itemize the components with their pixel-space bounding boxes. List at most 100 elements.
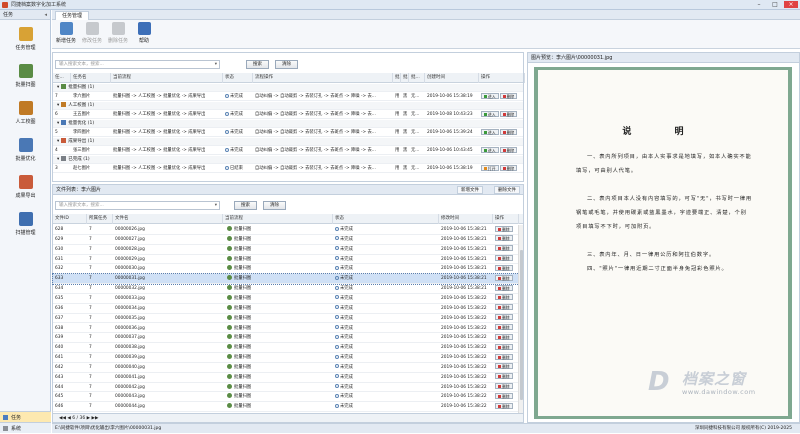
file-row[interactable]: 631 7 00000029.jpg 批量扫图 未完成 2019-10-06 15:38:… <box>53 255 519 265</box>
edit-task-button[interactable]: 修改任务 <box>80 22 104 48</box>
task-column-header[interactable]: 操作 <box>479 73 525 83</box>
file-column-header[interactable]: 当前流程 <box>223 214 333 224</box>
file-search-button[interactable]: 搜索 <box>234 200 257 210</box>
nav-item-2[interactable]: 人工校图 <box>0 94 51 131</box>
delete-file-row-button[interactable]: 删除 <box>495 324 513 330</box>
task-column-header[interactable]: 批... <box>409 73 425 83</box>
delete-file-row-button[interactable]: 删除 <box>495 363 513 370</box>
nav-item-4[interactable]: 成果导出 <box>0 168 51 205</box>
task-clear-button[interactable]: 清除 <box>275 59 298 69</box>
file-row[interactable]: 630 7 00000028.jpg 批量扫图 未完成 2019-10-06 15:38:… <box>53 245 519 255</box>
delete-file-row-button[interactable]: 删除 <box>495 274 513 281</box>
delete-task-row-button[interactable]: 删除 <box>499 111 518 117</box>
task-group-row[interactable]: ▾ 人工校图 (1) <box>53 102 523 110</box>
enter-task-button[interactable]: 进入 <box>481 93 499 99</box>
file-row[interactable]: 642 7 00000040.jpg 批量扫图 未完成 2019-10-06 15:38:… <box>53 363 519 373</box>
file-row[interactable]: 643 7 00000041.jpg 批量扫图 未完成 2019-10-06 15:38:… <box>53 373 519 383</box>
file-clear-button[interactable]: 清除 <box>263 200 286 210</box>
file-scrollbar[interactable] <box>518 225 523 414</box>
delete-file-row-button[interactable]: 删除 <box>495 255 513 262</box>
enter-task-button[interactable]: 进入 <box>481 111 499 117</box>
nav-group-system[interactable]: 系统 <box>0 422 51 433</box>
file-row[interactable]: 636 7 00000034.jpg 批量扫图 未完成 2019-10-06 15:38:… <box>53 304 519 314</box>
task-group-row[interactable]: ▾ 批量优化 (1) <box>53 120 523 128</box>
nav-item-0[interactable]: 任务管理 <box>0 20 51 57</box>
task-search-input[interactable]: 输入搜索文本，搜索... ▾ <box>55 59 220 69</box>
file-row[interactable]: 640 7 00000038.jpg 批量扫图 未完成 2019-10-06 15:38:… <box>53 343 519 354</box>
task-row[interactable]: 5 李四图片 批量扫图 -> 人工校图 -> 批量优化 -> 成果导出 未完成 自动纠偏… <box>53 129 523 137</box>
expand-icon[interactable]: ▾ <box>57 157 59 162</box>
task-group-row[interactable]: ▾ 批量扫图 (1) <box>53 84 523 92</box>
nav-group-task[interactable]: 任务 <box>0 411 51 422</box>
file-search-input[interactable]: 输入搜索文本，搜索... ▾ <box>55 200 220 210</box>
delete-file-button[interactable]: 删除文件 <box>494 186 520 194</box>
delete-file-row-button[interactable]: 删除 <box>495 333 513 340</box>
file-row[interactable]: 641 7 00000039.jpg 批量扫图 未完成 2019-10-06 15:38:… <box>53 353 519 363</box>
delete-task-row-button[interactable]: 删除 <box>499 93 518 99</box>
file-row[interactable]: 632 7 00000030.jpg 批量扫图 未完成 2019-10-06 15:38:… <box>53 264 519 275</box>
expand-icon[interactable]: ▾ <box>57 85 59 90</box>
nav-item-1[interactable]: 批量扫图 <box>0 57 51 94</box>
delete-task-row-button[interactable]: 删除 <box>499 165 518 171</box>
file-row[interactable]: 634 7 00000032.jpg 批量扫图 未完成 2019-10-06 15:38:… <box>53 284 519 294</box>
delete-file-row-button[interactable]: 删除 <box>495 284 513 291</box>
chevron-down-icon[interactable]: ▾ <box>215 61 217 69</box>
task-column-header[interactable]: 状态 <box>223 73 253 83</box>
file-column-header[interactable]: 文件名 <box>113 214 223 224</box>
delete-file-row-button[interactable]: 删除 <box>495 373 513 380</box>
file-row[interactable]: 646 7 00000044.jpg 批量扫图 未完成 2019-10-06 15:38:… <box>53 402 519 413</box>
pager[interactable]: ◀◀ ◀ 6 / 36 ▶ ▶▶ <box>53 413 523 422</box>
add-file-button[interactable]: 新增文件 <box>457 186 483 194</box>
delete-file-row-button[interactable]: 删除 <box>495 383 513 390</box>
file-column-header[interactable]: 状态 <box>333 214 439 224</box>
delete-task-button[interactable]: 删除任务 <box>106 22 130 48</box>
delete-file-row-button[interactable]: 删除 <box>495 304 513 311</box>
enter-task-button[interactable]: 进入 <box>481 129 499 135</box>
task-column-header[interactable]: 批 <box>393 73 401 83</box>
maximize-icon[interactable]: □ <box>768 1 782 8</box>
file-row[interactable]: 635 7 00000033.jpg 批量扫图 未完成 2019-10-06 15:38:… <box>53 294 519 304</box>
enter-task-button[interactable]: 进入 <box>481 147 499 153</box>
file-row[interactable]: 628 7 00000026.jpg 批量扫图 未完成 2019-10-06 15:38:… <box>53 225 519 235</box>
task-group-row[interactable]: ▾ 成果导出 (1) <box>53 138 523 146</box>
file-row[interactable]: 633 7 00000031.jpg 批量扫图 未完成 2019-10-06 15:38:… <box>52 273 520 286</box>
expand-icon[interactable]: ▾ <box>57 121 59 126</box>
file-row[interactable]: 629 7 00000027.jpg 批量扫图 未完成 2019-10-06 15:38:… <box>53 235 519 245</box>
task-row[interactable]: 6 王五图片 批量扫图 -> 人工校图 -> 批量优化 -> 成果导出 未完成 自动纠偏… <box>53 111 523 119</box>
nav-item-3[interactable]: 批量优化 <box>0 131 51 168</box>
add-task-button[interactable]: 新增任务 <box>54 22 78 48</box>
delete-file-row-button[interactable]: 删除 <box>495 402 513 409</box>
file-column-header[interactable]: 修改时间 <box>439 214 493 224</box>
close-icon[interactable]: × <box>784 1 798 8</box>
file-row[interactable]: 644 7 00000042.jpg 批量扫图 未完成 2019-10-06 15:38:… <box>53 383 519 393</box>
delete-file-row-button[interactable]: 删除 <box>495 392 513 399</box>
chevron-down-icon[interactable]: ▾ <box>215 202 217 210</box>
task-group-row[interactable]: ▾ 已完成 (1) <box>53 156 523 164</box>
nav-item-5[interactable]: 扫描管理 <box>0 205 51 242</box>
task-row[interactable]: 4 张三图片 批量扫图 -> 人工校图 -> 批量优化 -> 成果导出 未完成 自动纠偏… <box>53 147 523 155</box>
help-button[interactable]: 帮助 <box>132 22 156 48</box>
file-row[interactable]: 639 7 00000037.jpg 批量扫图 未完成 2019-10-06 15:38:… <box>53 333 519 344</box>
tab-task-management[interactable]: 任务管理 <box>55 11 90 20</box>
delete-file-row-button[interactable]: 删除 <box>495 294 513 301</box>
expand-icon[interactable]: ▾ <box>57 139 59 144</box>
task-row[interactable]: 3 赵七图片 批量扫图 -> 人工校图 -> 批量优化 -> 成果导出 已结束 自动纠偏… <box>53 165 523 173</box>
delete-file-row-button[interactable]: 删除 <box>495 314 513 321</box>
delete-file-row-button[interactable]: 删除 <box>495 264 513 271</box>
task-row[interactable]: 7 李六图片 批量扫图 -> 人工校图 -> 批量优化 -> 成果导出 未完成 自动纠偏… <box>53 93 523 101</box>
pin-icon[interactable]: ◂ <box>44 12 47 18</box>
task-column-header[interactable]: 任... <box>53 73 71 83</box>
task-search-button[interactable]: 搜索 <box>246 59 269 69</box>
enter-task-button[interactable]: 打开 <box>481 165 499 171</box>
file-column-header[interactable]: 文件ID <box>53 214 87 224</box>
expand-icon[interactable]: ▾ <box>57 103 59 108</box>
task-column-header[interactable]: 任务名 <box>71 73 111 83</box>
delete-file-row-button[interactable]: 删除 <box>495 235 513 242</box>
delete-file-row-button[interactable]: 删除 <box>495 353 513 360</box>
task-column-header[interactable]: 当前流程 <box>111 73 223 83</box>
delete-task-row-button[interactable]: 删除 <box>499 147 518 153</box>
minimize-icon[interactable]: – <box>752 1 766 8</box>
scroll-thumb[interactable] <box>520 250 523 400</box>
file-row[interactable]: 645 7 00000043.jpg 批量扫图 未完成 2019-10-06 15:38:… <box>53 392 519 403</box>
task-column-header[interactable]: 创建时间 <box>425 73 479 83</box>
